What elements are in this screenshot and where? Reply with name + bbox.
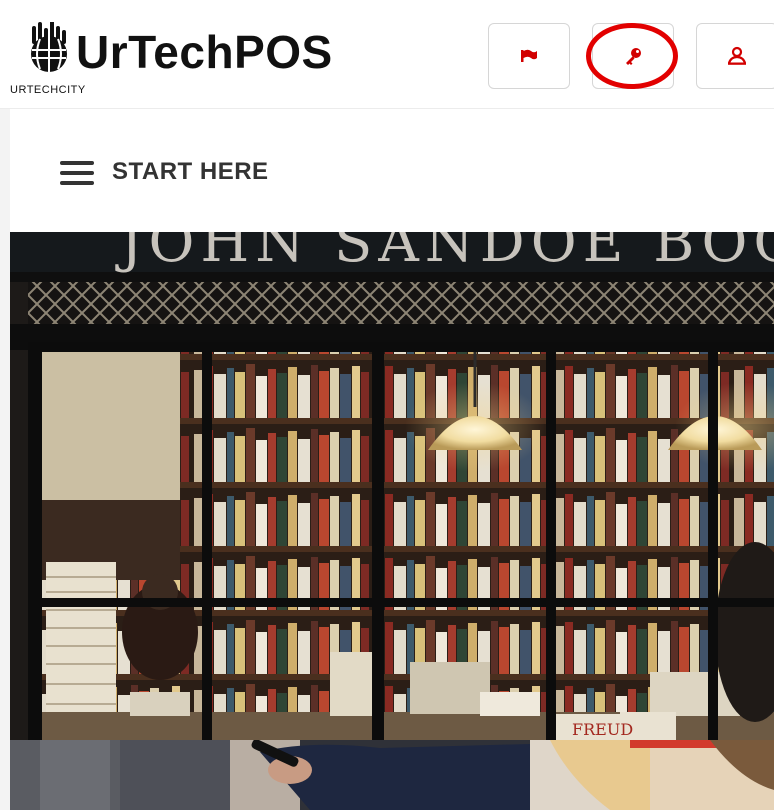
flag-icon: [521, 49, 537, 62]
hamburger-menu-icon[interactable]: [60, 161, 94, 185]
site-header: UrTechPOS URTECHCITY: [0, 0, 774, 109]
logo-mark-icon: [31, 22, 67, 72]
brand-logo[interactable]: UrTechPOS URTECHCITY: [10, 14, 372, 100]
people-image: [10, 740, 774, 810]
left-rail: [0, 0, 10, 810]
start-here-menu[interactable]: START HERE: [112, 158, 269, 186]
brand-subtitle: URTECHCITY: [10, 84, 86, 96]
brand-name: UrTechPOS: [76, 26, 333, 78]
hero-image: FREUD JOHN SANDOE BOOK: [10, 232, 774, 740]
key-icon: [626, 48, 641, 65]
main-nav: START HERE: [10, 112, 774, 230]
flag-button[interactable]: [488, 23, 570, 89]
key-button[interactable]: [592, 23, 674, 89]
book-spine-text: FREUD: [572, 720, 633, 739]
bookshop-window-image: FREUD: [10, 232, 774, 740]
user-icon: [727, 46, 747, 65]
shop-sign-text: JOHN SANDOE BOOK: [120, 232, 774, 275]
user-button[interactable]: [696, 23, 774, 89]
secondary-image: [10, 740, 774, 810]
